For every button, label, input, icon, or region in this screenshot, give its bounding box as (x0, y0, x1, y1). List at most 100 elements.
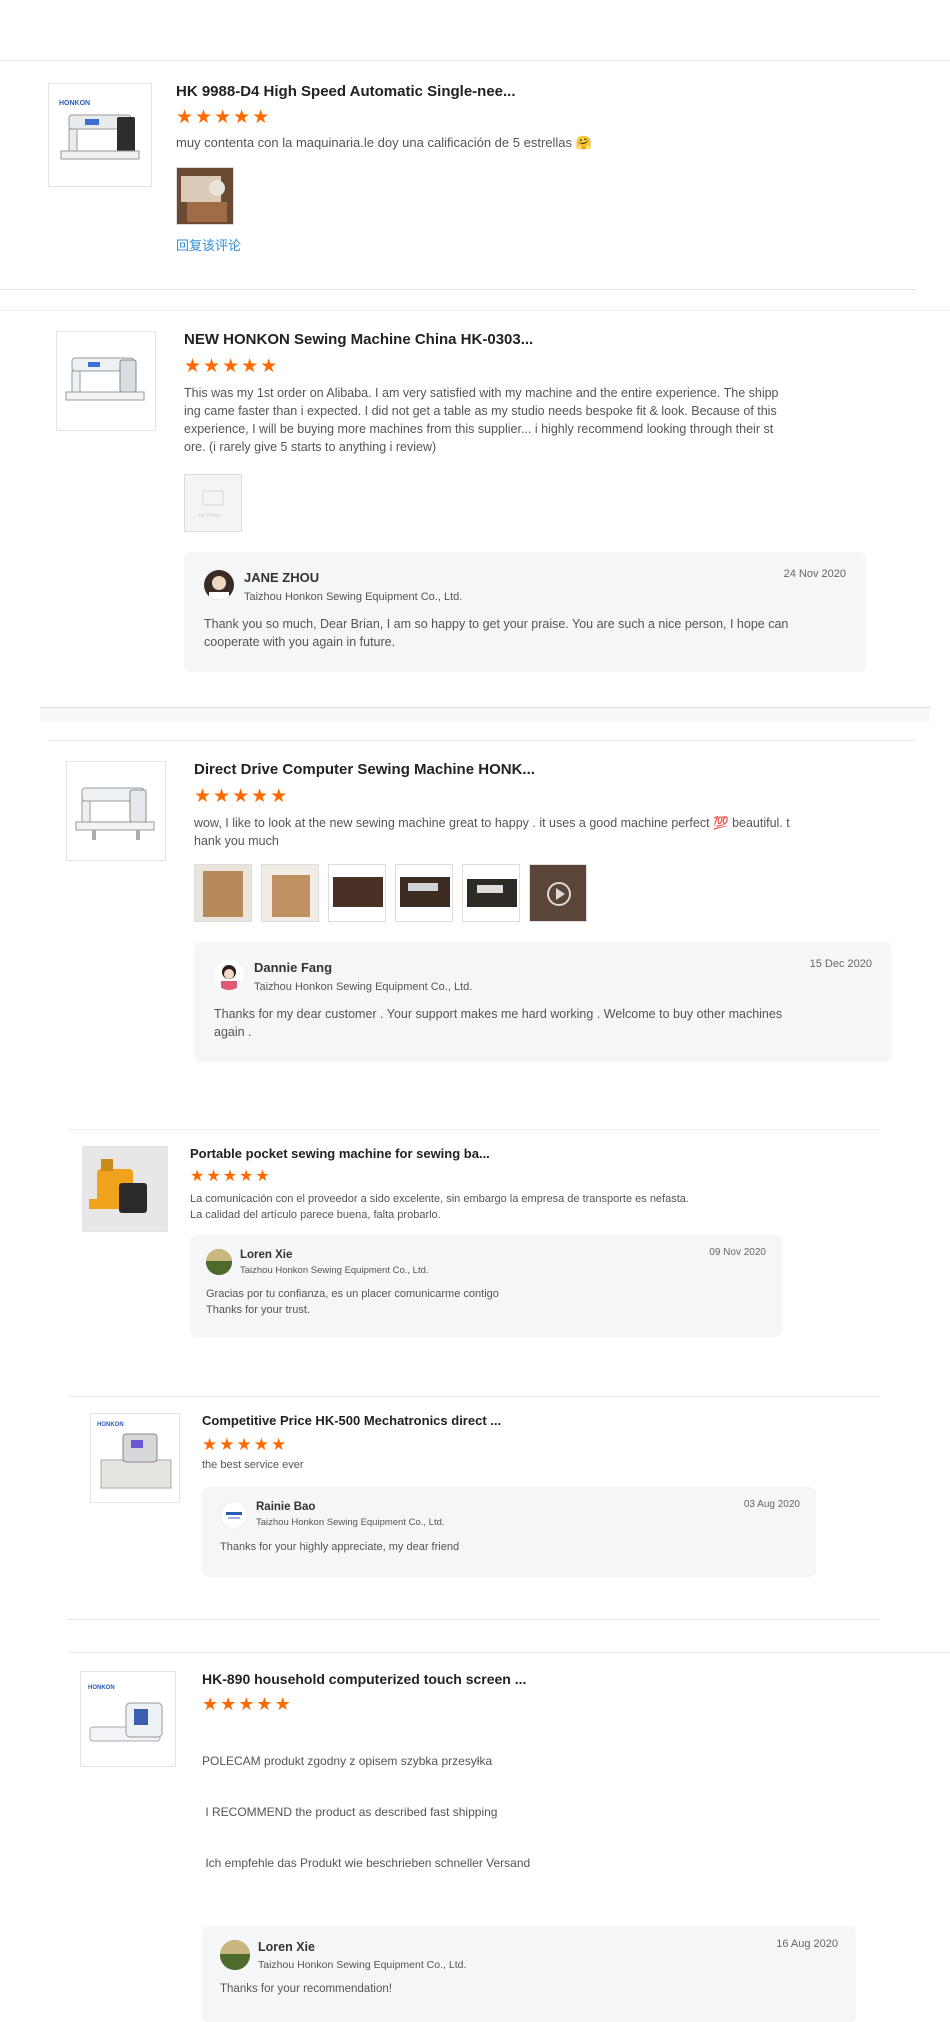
reply-company: Taizhou Honkon Sewing Equipment Co., Ltd… (240, 1265, 429, 1276)
star-icon: ★ (219, 1435, 235, 1454)
reply-text: Thanks for your highly appreciate, my de… (220, 1541, 460, 1553)
reply-company: Taizhou Honkon Sewing Equipment Co., Ltd… (244, 591, 463, 603)
star-icon: ★ (241, 356, 259, 377)
seller-reply: Loren Xie Taizhou Honkon Sewing Equipmen… (202, 1926, 856, 2022)
reply-date: 09 Nov 2020 (709, 1247, 766, 1258)
review-photo[interactable] (176, 167, 234, 225)
photo-image (396, 865, 452, 921)
review-item: HONKON HK 9988-D4 High Speed Automatic S… (0, 61, 916, 290)
review-text-line: Ich empfehle das Produkt wie beschrieben… (202, 1856, 531, 1870)
review-text-line: La calidad del artículo parece buena, fa… (190, 1209, 441, 1221)
reply-author-name: JANE ZHOU (244, 570, 320, 585)
reply-to-review-link[interactable]: 回复该评论 (176, 235, 916, 254)
reply-text: Thank you so much, Dear Brian, I am so h… (204, 615, 846, 651)
star-icon: ★ (271, 1435, 287, 1454)
sewing-machine-image (65, 357, 145, 401)
product-title[interactable]: HK 9988-D4 High Speed Automatic Single-n… (176, 83, 916, 100)
star-icon: ★ (195, 107, 213, 128)
review-photo[interactable] (194, 864, 252, 922)
star-icon: ★ (238, 1694, 255, 1714)
image-placeholder-icon: No Photo (199, 490, 224, 519)
star-icon: ★ (176, 107, 194, 128)
star-icon: ★ (194, 786, 212, 807)
avatar-image (220, 1940, 250, 1970)
review-text: the best service ever (202, 1459, 304, 1471)
product-thumbnail[interactable] (56, 331, 156, 431)
star-rating: ★ ★ ★ ★ ★ (184, 357, 950, 376)
review-text: wow, I like to look at the new sewing ma… (194, 814, 916, 850)
star-icon: ★ (260, 356, 278, 377)
photo-image (262, 865, 318, 921)
review-text-line: This was my 1st order on Alibaba. I am v… (184, 386, 779, 400)
photo-image (177, 168, 233, 224)
avatar-image (221, 965, 237, 990)
avatar (204, 570, 234, 600)
product-title[interactable]: Competitive Price HK-500 Mechatronics di… (202, 1413, 880, 1428)
star-icon: ★ (233, 107, 251, 128)
star-rating: ★ ★ ★ ★ ★ (176, 108, 916, 127)
review-text-line: I RECOMMEND the product as described fas… (202, 1805, 498, 1819)
product-thumbnail[interactable] (66, 761, 166, 861)
star-icon: ★ (222, 1168, 238, 1185)
svg-text:HONKON: HONKON (88, 1685, 115, 1691)
reply-text: Thanks for my dear customer . Your suppo… (214, 1005, 872, 1041)
review-text-line: wow, I like to look at the new sewing ma… (194, 816, 790, 830)
review-text-line: ore. (i rarely give 5 starts to anything… (184, 440, 437, 454)
star-icon: ★ (202, 1435, 218, 1454)
star-icon: ★ (190, 1168, 205, 1185)
product-title[interactable]: HK-890 household computerized touch scre… (202, 1671, 950, 1687)
product-title[interactable]: Direct Drive Computer Sewing Machine HON… (194, 761, 916, 778)
reply-author-name: Loren Xie (240, 1249, 293, 1261)
reply-text-line: cooperate with you again in future. (204, 635, 396, 649)
seller-reply: Dannie Fang Taizhou Honkon Sewing Equipm… (194, 942, 892, 1062)
review-text-line: hank you much (194, 834, 279, 848)
product-thumbnail[interactable]: HONKON (48, 83, 152, 187)
review-photo[interactable] (395, 864, 453, 922)
review-text-line: experience, I will be buying more machin… (184, 422, 774, 436)
reply-author: Loren Xie Taizhou Honkon Sewing Equipmen… (206, 1249, 766, 1276)
review-photo[interactable]: No Photo (184, 474, 242, 532)
photo-image (329, 865, 385, 921)
photo-image (463, 865, 519, 921)
star-icon: ★ (236, 1435, 252, 1454)
product-title[interactable]: Portable pocket sewing machine for sewin… (190, 1146, 880, 1161)
reply-date: 24 Nov 2020 (783, 568, 846, 580)
review-text-line: ing came faster than i expected. I did n… (184, 404, 777, 418)
review-text: This was my 1st order on Alibaba. I am v… (184, 384, 950, 456)
product-title[interactable]: NEW HONKON Sewing Machine China HK-0303.… (184, 331, 950, 348)
reply-text-line: again . (214, 1025, 252, 1039)
star-rating: ★ ★ ★ ★ ★ (194, 787, 916, 806)
star-icon: ★ (214, 107, 232, 128)
star-icon: ★ (274, 1694, 291, 1714)
star-icon: ★ (222, 356, 240, 377)
review-photo[interactable] (462, 864, 520, 922)
review-text: POLECAM produkt zgodny z opisem szybka p… (202, 1719, 950, 1906)
reply-text: Gracias por tu confianza, es un placer c… (206, 1286, 766, 1318)
reply-text-line: Thanks for my dear customer . Your suppo… (214, 1007, 783, 1021)
reply-author: Dannie Fang Taizhou Honkon Sewing Equipm… (214, 960, 872, 993)
review-photo[interactable] (261, 864, 319, 922)
star-icon: ★ (213, 786, 231, 807)
review-video[interactable] (529, 864, 587, 922)
reply-author-name: Rainie Bao (256, 1501, 316, 1513)
seller-reply: Loren Xie Taizhou Honkon Sewing Equipmen… (190, 1235, 782, 1337)
product-thumbnail[interactable]: HONKON (80, 1671, 176, 1767)
svg-text:HONKON: HONKON (97, 1422, 124, 1428)
product-thumbnail[interactable] (82, 1146, 168, 1232)
play-video-icon (530, 865, 586, 921)
reply-text-line: Thank you so much, Dear Brian, I am so h… (204, 617, 789, 631)
star-icon: ★ (256, 1694, 273, 1714)
reply-company: Taizhou Honkon Sewing Equipment Co., Ltd… (256, 1517, 445, 1528)
svg-text:No Photo: No Photo (199, 513, 220, 519)
avatar (220, 1501, 248, 1529)
section-divider (40, 707, 930, 722)
star-icon: ★ (202, 1694, 219, 1714)
product-thumbnail[interactable]: HONKON (90, 1413, 180, 1503)
review-item: HONKON HK-890 household computerized tou… (68, 1652, 950, 2022)
avatar-image (209, 576, 229, 600)
star-rating: ★ ★ ★ ★ ★ (190, 1169, 880, 1185)
avatar-image (206, 1249, 232, 1275)
review-photo[interactable] (328, 864, 386, 922)
star-icon: ★ (251, 786, 269, 807)
review-images: No Photo (184, 474, 950, 532)
